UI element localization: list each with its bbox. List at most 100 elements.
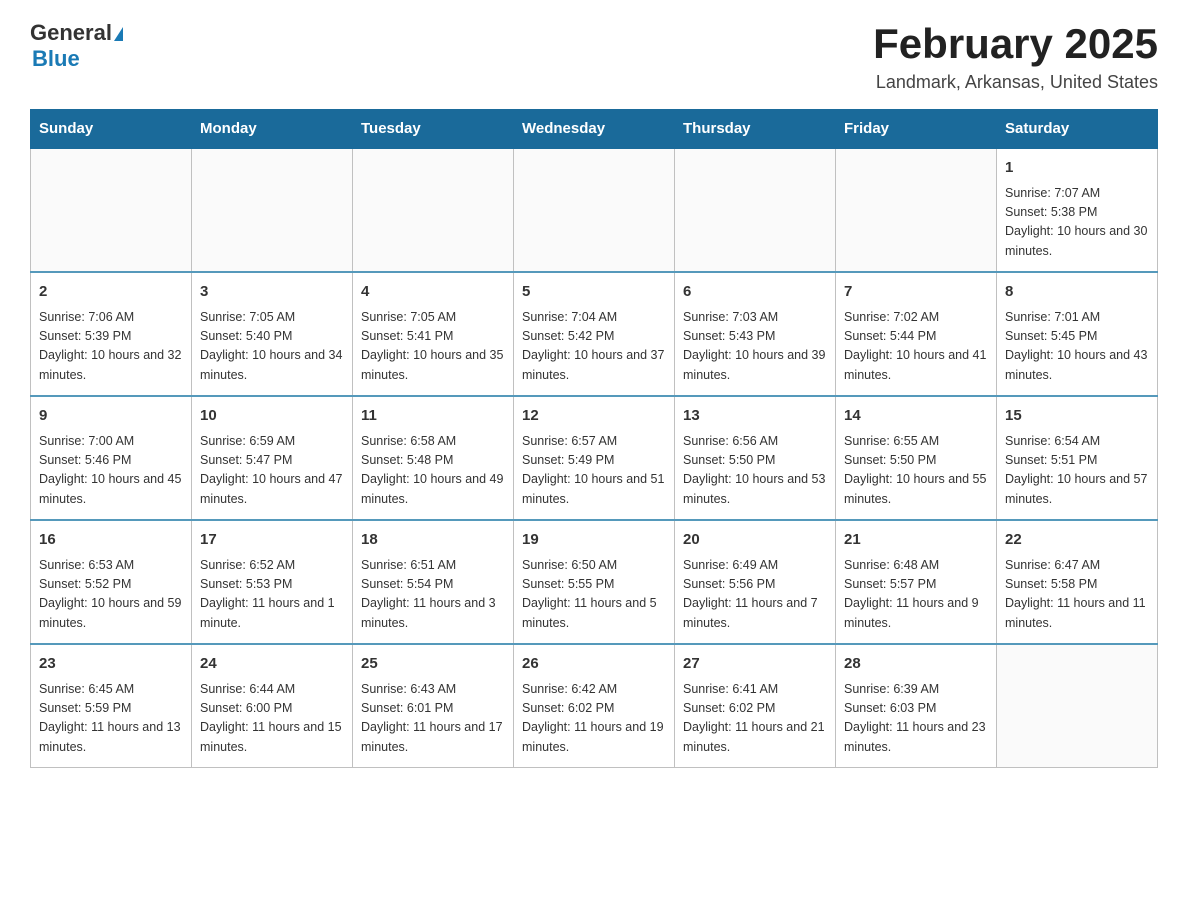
day-info: Sunrise: 6:57 AM Sunset: 5:49 PM Dayligh… [522, 432, 666, 510]
day-number: 21 [844, 529, 988, 552]
day-info: Sunrise: 6:43 AM Sunset: 6:01 PM Dayligh… [361, 680, 505, 758]
calendar-cell: 22 Sunrise: 6:47 AM Sunset: 5:58 PM Dayli… [997, 520, 1158, 644]
day-info: Sunrise: 6:44 AM Sunset: 6:00 PM Dayligh… [200, 680, 344, 758]
day-info: Sunrise: 7:03 AM Sunset: 5:43 PM Dayligh… [683, 308, 827, 386]
day-number: 28 [844, 653, 988, 676]
day-number: 6 [683, 281, 827, 304]
calendar-week-row: 9 Sunrise: 7:00 AM Sunset: 5:46 PM Daylig… [31, 396, 1158, 520]
day-info: Sunrise: 7:06 AM Sunset: 5:39 PM Dayligh… [39, 308, 183, 386]
day-info: Sunrise: 6:58 AM Sunset: 5:48 PM Dayligh… [361, 432, 505, 510]
day-info: Sunrise: 6:49 AM Sunset: 5:56 PM Dayligh… [683, 556, 827, 634]
day-number: 12 [522, 405, 666, 428]
day-info: Sunrise: 6:53 AM Sunset: 5:52 PM Dayligh… [39, 556, 183, 634]
day-number: 23 [39, 653, 183, 676]
day-info: Sunrise: 6:51 AM Sunset: 5:54 PM Dayligh… [361, 556, 505, 634]
day-number: 19 [522, 529, 666, 552]
calendar-cell: 2 Sunrise: 7:06 AM Sunset: 5:39 PM Daylig… [31, 272, 192, 396]
day-number: 10 [200, 405, 344, 428]
calendar-cell: 16 Sunrise: 6:53 AM Sunset: 5:52 PM Dayli… [31, 520, 192, 644]
day-info: Sunrise: 6:45 AM Sunset: 5:59 PM Dayligh… [39, 680, 183, 758]
day-number: 2 [39, 281, 183, 304]
day-number: 18 [361, 529, 505, 552]
calendar-week-row: 16 Sunrise: 6:53 AM Sunset: 5:52 PM Dayli… [31, 520, 1158, 644]
day-info: Sunrise: 7:01 AM Sunset: 5:45 PM Dayligh… [1005, 308, 1149, 386]
calendar-cell: 19Sunrise: 6:50 AM Sunset: 5:55 PM Dayli… [514, 520, 675, 644]
location-text: Landmark, Arkansas, United States [873, 72, 1158, 93]
day-number: 25 [361, 653, 505, 676]
calendar-table: SundayMondayTuesdayWednesdayThursdayFrid… [30, 109, 1158, 768]
calendar-cell: 8 Sunrise: 7:01 AM Sunset: 5:45 PM Daylig… [997, 272, 1158, 396]
day-info: Sunrise: 6:54 AM Sunset: 5:51 PM Dayligh… [1005, 432, 1149, 510]
day-number: 11 [361, 405, 505, 428]
day-info: Sunrise: 6:55 AM Sunset: 5:50 PM Dayligh… [844, 432, 988, 510]
calendar-cell: 20 Sunrise: 6:49 AM Sunset: 5:56 PM Dayli… [675, 520, 836, 644]
day-number: 5 [522, 281, 666, 304]
day-number: 22 [1005, 529, 1149, 552]
calendar-cell: 4 Sunrise: 7:05 AM Sunset: 5:41 PM Daylig… [353, 272, 514, 396]
day-of-week-header: Friday [836, 110, 997, 149]
day-number: 26 [522, 653, 666, 676]
calendar-cell [675, 148, 836, 272]
calendar-cell: 5 Sunrise: 7:04 AM Sunset: 5:42 PM Daylig… [514, 272, 675, 396]
day-of-week-header: Tuesday [353, 110, 514, 149]
day-number: 16 [39, 529, 183, 552]
logo: General Blue [30, 20, 123, 72]
logo-triangle-icon [114, 27, 123, 41]
day-info: Sunrise: 7:05 AM Sunset: 5:40 PM Dayligh… [200, 308, 344, 386]
day-number: 13 [683, 405, 827, 428]
calendar-week-row: 23 Sunrise: 6:45 AM Sunset: 5:59 PM Dayli… [31, 644, 1158, 768]
calendar-cell: 25 Sunrise: 6:43 AM Sunset: 6:01 PM Dayli… [353, 644, 514, 768]
calendar-cell: 15 Sunrise: 6:54 AM Sunset: 5:51 PM Dayli… [997, 396, 1158, 520]
calendar-cell: 28Sunrise: 6:39 AM Sunset: 6:03 PM Dayli… [836, 644, 997, 768]
day-of-week-header: Monday [192, 110, 353, 149]
calendar-cell: 17Sunrise: 6:52 AM Sunset: 5:53 PM Dayli… [192, 520, 353, 644]
title-area: February 2025 Landmark, Arkansas, United… [873, 20, 1158, 93]
day-info: Sunrise: 6:56 AM Sunset: 5:50 PM Dayligh… [683, 432, 827, 510]
day-number: 24 [200, 653, 344, 676]
logo-general-text: General [30, 20, 112, 46]
calendar-cell: 18 Sunrise: 6:51 AM Sunset: 5:54 PM Dayli… [353, 520, 514, 644]
calendar-cell: 10 Sunrise: 6:59 AM Sunset: 5:47 PM Dayli… [192, 396, 353, 520]
calendar-cell: 26Sunrise: 6:42 AM Sunset: 6:02 PM Dayli… [514, 644, 675, 768]
calendar-cell [353, 148, 514, 272]
day-number: 7 [844, 281, 988, 304]
day-of-week-header: Thursday [675, 110, 836, 149]
day-info: Sunrise: 7:05 AM Sunset: 5:41 PM Dayligh… [361, 308, 505, 386]
day-of-week-header: Saturday [997, 110, 1158, 149]
calendar-cell: 23 Sunrise: 6:45 AM Sunset: 5:59 PM Dayli… [31, 644, 192, 768]
day-number: 1 [1005, 157, 1149, 180]
calendar-cell: 9 Sunrise: 7:00 AM Sunset: 5:46 PM Daylig… [31, 396, 192, 520]
calendar-week-row: 2 Sunrise: 7:06 AM Sunset: 5:39 PM Daylig… [31, 272, 1158, 396]
day-info: Sunrise: 7:00 AM Sunset: 5:46 PM Dayligh… [39, 432, 183, 510]
month-title: February 2025 [873, 20, 1158, 68]
day-of-week-header: Sunday [31, 110, 192, 149]
day-info: Sunrise: 6:48 AM Sunset: 5:57 PM Dayligh… [844, 556, 988, 634]
day-info: Sunrise: 7:02 AM Sunset: 5:44 PM Dayligh… [844, 308, 988, 386]
calendar-cell [997, 644, 1158, 768]
calendar-cell: 14 Sunrise: 6:55 AM Sunset: 5:50 PM Dayli… [836, 396, 997, 520]
day-info: Sunrise: 7:04 AM Sunset: 5:42 PM Dayligh… [522, 308, 666, 386]
calendar-cell [192, 148, 353, 272]
calendar-cell [514, 148, 675, 272]
calendar-cell: 3Sunrise: 7:05 AM Sunset: 5:40 PM Daylig… [192, 272, 353, 396]
day-info: Sunrise: 6:41 AM Sunset: 6:02 PM Dayligh… [683, 680, 827, 758]
day-number: 27 [683, 653, 827, 676]
calendar-cell: 7 Sunrise: 7:02 AM Sunset: 5:44 PM Daylig… [836, 272, 997, 396]
calendar-cell: 24 Sunrise: 6:44 AM Sunset: 6:00 PM Dayli… [192, 644, 353, 768]
page-header: General Blue February 2025 Landmark, Ark… [30, 20, 1158, 93]
day-number: 8 [1005, 281, 1149, 304]
day-number: 4 [361, 281, 505, 304]
calendar-week-row: 1Sunrise: 7:07 AM Sunset: 5:38 PM Daylig… [31, 148, 1158, 272]
calendar-cell: 12 Sunrise: 6:57 AM Sunset: 5:49 PM Dayli… [514, 396, 675, 520]
day-number: 14 [844, 405, 988, 428]
logo-blue-text: Blue [32, 46, 80, 71]
calendar-cell [836, 148, 997, 272]
day-of-week-header: Wednesday [514, 110, 675, 149]
day-info: Sunrise: 6:52 AM Sunset: 5:53 PM Dayligh… [200, 556, 344, 634]
day-number: 15 [1005, 405, 1149, 428]
day-number: 9 [39, 405, 183, 428]
day-info: Sunrise: 6:47 AM Sunset: 5:58 PM Dayligh… [1005, 556, 1149, 634]
day-info: Sunrise: 6:59 AM Sunset: 5:47 PM Dayligh… [200, 432, 344, 510]
calendar-cell: 13 Sunrise: 6:56 AM Sunset: 5:50 PM Dayli… [675, 396, 836, 520]
day-number: 20 [683, 529, 827, 552]
